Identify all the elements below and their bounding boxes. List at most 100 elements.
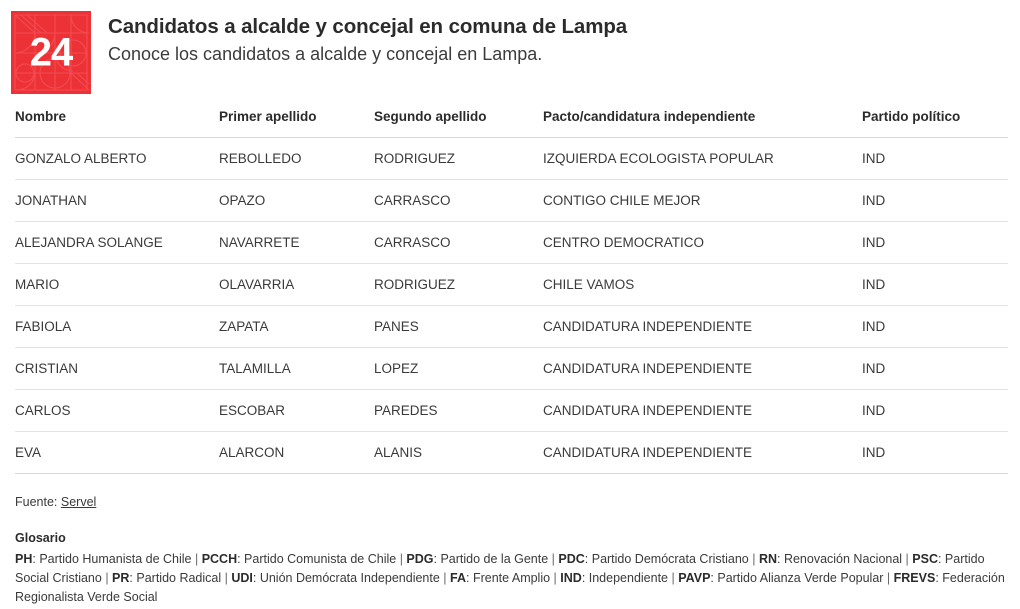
table-body: GONZALO ALBERTO REBOLLEDO RODRIGUEZ IZQUIER… bbox=[15, 137, 1008, 474]
glossary-definition: : Renovación Nacional bbox=[777, 552, 903, 567]
glossary-abbr: RN bbox=[758, 552, 777, 567]
table-row: JONATHAN OPAZO CARRASCO CONTIGO CHILE MEJOR… bbox=[15, 179, 1008, 222]
cell-primer-apellido: ALARCON bbox=[219, 431, 374, 474]
cell-pacto: CHILE VAMOS bbox=[543, 263, 862, 306]
cell-nombre: CARLOS bbox=[15, 389, 219, 432]
cell-segundo-apellido: RODRIGUEZ bbox=[374, 137, 543, 180]
cell-primer-apellido: REBOLLEDO bbox=[219, 137, 374, 180]
glossary-definition: : Partido Demócrata Cristiano bbox=[584, 552, 749, 567]
cell-partido: IND bbox=[862, 305, 1008, 348]
glossary-separator: | bbox=[550, 571, 561, 586]
cell-segundo-apellido: ALANIS bbox=[374, 431, 543, 474]
cell-pacto: CENTRO DEMOCRATICO bbox=[543, 221, 862, 264]
candidates-table-container: Nombre Primer apellido Segundo apellido … bbox=[15, 109, 1008, 474]
glossary-abbr: PH bbox=[15, 552, 33, 567]
column-header-nombre: Nombre bbox=[15, 109, 219, 138]
glossary-abbr: UDI bbox=[231, 571, 253, 586]
cell-pacto: CANDIDATURA INDEPENDIENTE bbox=[543, 347, 862, 390]
cell-nombre: FABIOLA bbox=[15, 305, 219, 348]
column-header-primer-apellido: Primer apellido bbox=[219, 109, 374, 138]
glossary-definition: : Partido de la Gente bbox=[433, 552, 549, 567]
table-row: CRISTIAN TALAMILLA LOPEZ CANDIDATURA INDEPE… bbox=[15, 347, 1008, 390]
glossary-separator: | bbox=[439, 571, 451, 586]
table-header-row: Nombre Primer apellido Segundo apellido … bbox=[15, 109, 1008, 138]
page-footer: Fuente: Servel Glosario PH: Partido Huma… bbox=[15, 493, 1008, 607]
table-row: CARLOS ESCOBAR PAREDES CANDIDATURA INDEPEND… bbox=[15, 389, 1008, 432]
glossary-abbr: PSC bbox=[912, 552, 938, 567]
table-row: FABIOLA ZAPATA PANES CANDIDATURA INDEPENDIE… bbox=[15, 305, 1008, 348]
glossary-body: PH: Partido Humanista de Chile | PCCH: P… bbox=[15, 550, 1005, 607]
glossary-definition: : Frente Amplio bbox=[466, 571, 551, 586]
logo-number: 24 bbox=[29, 30, 74, 74]
header-text-block: Candidatos a alcalde y concejal en comun… bbox=[91, 11, 627, 66]
table-row: MARIO OLAVARRIA RODRIGUEZ CHILE VAMOS IND bbox=[15, 263, 1008, 306]
cell-pacto: CONTIGO CHILE MEJOR bbox=[543, 179, 862, 222]
cell-pacto: CANDIDATURA INDEPENDIENTE bbox=[543, 389, 862, 432]
glossary-abbr: FREVS bbox=[893, 571, 936, 586]
cell-nombre: MARIO bbox=[15, 263, 219, 306]
cell-partido: IND bbox=[862, 179, 1008, 222]
cell-nombre: GONZALO ALBERTO bbox=[15, 137, 219, 180]
glossary-separator: | bbox=[748, 552, 759, 567]
cell-primer-apellido: OPAZO bbox=[219, 179, 374, 222]
cell-nombre: CRISTIAN bbox=[15, 347, 219, 390]
glossary-definition: : Partido Alianza Verde Popular bbox=[710, 571, 884, 586]
page-subtitle: Conoce los candidatos a alcalde y concej… bbox=[108, 43, 543, 64]
glossary-abbr: PCCH bbox=[201, 552, 238, 567]
glossary-separator: | bbox=[668, 571, 679, 586]
cell-segundo-apellido: PAREDES bbox=[374, 389, 543, 432]
cell-partido: IND bbox=[862, 389, 1008, 432]
cell-nombre: ALEJANDRA SOLANGE bbox=[15, 221, 219, 264]
cell-pacto: CANDIDATURA INDEPENDIENTE bbox=[543, 305, 862, 348]
glossary-abbr: FA bbox=[450, 571, 466, 586]
column-header-segundo-apellido: Segundo apellido bbox=[374, 109, 543, 138]
cell-primer-apellido: OLAVARRIA bbox=[219, 263, 374, 306]
candidates-table: Nombre Primer apellido Segundo apellido … bbox=[15, 109, 1008, 474]
table-row: ALEJANDRA SOLANGE NAVARRETE CARRASCO CENTRO… bbox=[15, 221, 1008, 264]
glossary-abbr: IND bbox=[560, 571, 582, 586]
table-row: GONZALO ALBERTO REBOLLEDO RODRIGUEZ IZQUIER… bbox=[15, 137, 1008, 180]
glossary-definition: : Partido Comunista de Chile bbox=[237, 552, 397, 567]
source-label: Fuente: bbox=[15, 495, 58, 509]
glossary-definition: : Partido Radical bbox=[129, 571, 222, 586]
cell-pacto: CANDIDATURA INDEPENDIENTE bbox=[543, 431, 862, 474]
source-link-servel[interactable]: Servel bbox=[61, 495, 96, 509]
table-header: Nombre Primer apellido Segundo apellido … bbox=[15, 109, 1008, 138]
cell-nombre: JONATHAN bbox=[15, 179, 219, 222]
cell-primer-apellido: ZAPATA bbox=[219, 305, 374, 348]
cell-segundo-apellido: PANES bbox=[374, 305, 543, 348]
cell-partido: IND bbox=[862, 263, 1008, 306]
column-header-pacto: Pacto/candidatura independiente bbox=[543, 109, 862, 138]
glossary-abbr: PDG bbox=[406, 552, 434, 567]
cell-primer-apellido: TALAMILLA bbox=[219, 347, 374, 390]
cell-segundo-apellido: CARRASCO bbox=[374, 179, 543, 222]
glossary-separator: | bbox=[191, 552, 202, 567]
cell-primer-apellido: NAVARRETE bbox=[219, 221, 374, 264]
glossary-definition: : Unión Demócrata Independiente bbox=[252, 571, 440, 586]
page-header: 24 Candidatos a alcalde y concejal en co… bbox=[0, 0, 1020, 94]
cell-primer-apellido: ESCOBAR bbox=[219, 389, 374, 432]
table-row: EVA ALARCON ALANIS CANDIDATURA INDEPENDIENT… bbox=[15, 431, 1008, 474]
cell-segundo-apellido: CARRASCO bbox=[374, 221, 543, 264]
glossary-separator: | bbox=[101, 571, 113, 586]
cell-partido: IND bbox=[862, 347, 1008, 390]
column-header-partido: Partido político bbox=[862, 109, 1008, 138]
glossary-separator: | bbox=[883, 571, 894, 586]
glossary-definition: : Partido Humanista de Chile bbox=[32, 552, 192, 567]
source-line: Fuente: Servel bbox=[15, 493, 1008, 511]
page-title: Candidatos a alcalde y concejal en comun… bbox=[108, 15, 628, 38]
glossary-separator: | bbox=[902, 552, 913, 567]
glossary-abbr: PDC bbox=[558, 552, 585, 567]
glossary-separator: | bbox=[221, 571, 232, 586]
glossary-abbr: PAVP bbox=[678, 571, 711, 586]
cell-segundo-apellido: RODRIGUEZ bbox=[374, 263, 543, 306]
cell-pacto: IZQUIERDA ECOLOGISTA POPULAR bbox=[543, 137, 862, 180]
glossary-title: Glosario bbox=[15, 531, 66, 546]
cell-segundo-apellido: LOPEZ bbox=[374, 347, 543, 390]
cell-partido: IND bbox=[862, 137, 1008, 180]
glossary-separator: | bbox=[548, 552, 559, 567]
cell-partido: IND bbox=[862, 431, 1008, 474]
glossary-separator: | bbox=[396, 552, 407, 567]
glossary-definition: : Independiente bbox=[581, 571, 669, 586]
glossary-abbr: PR bbox=[112, 571, 130, 586]
